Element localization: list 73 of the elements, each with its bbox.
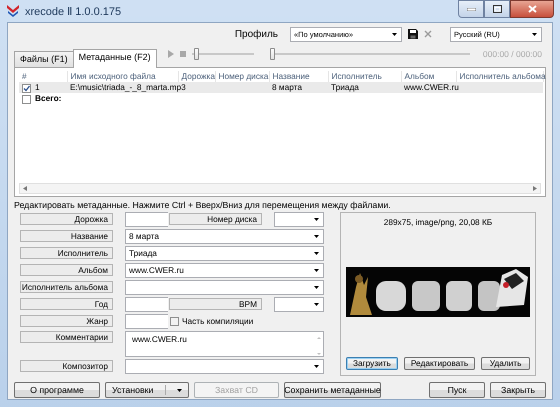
field-label: Название xyxy=(20,230,113,242)
caret-icon xyxy=(314,218,319,221)
caret-icon xyxy=(176,388,182,392)
button[interactable]: Пуск xyxy=(429,382,485,398)
cover-button[interactable]: Загрузить xyxy=(346,356,398,370)
scroll-left-icon[interactable] xyxy=(23,186,27,191)
field-label: Дорожка xyxy=(20,213,113,226)
table-cell: 1 xyxy=(35,82,40,92)
minimize-icon xyxy=(466,8,476,10)
dropdown-field[interactable]: www.CWER.ru xyxy=(125,262,324,278)
cover-button[interactable]: Удалить xyxy=(481,356,530,370)
close-button[interactable] xyxy=(510,0,554,18)
checkbox[interactable] xyxy=(22,84,31,93)
field-label: Композитор xyxy=(20,360,113,372)
field-label: Комментарии xyxy=(20,330,113,343)
table-cell: E:\music\triada_-_8_marta.mp3 xyxy=(70,82,186,92)
field-label: Жанр xyxy=(20,315,113,328)
checkbox[interactable] xyxy=(22,94,31,104)
button[interactable]: Закрыть xyxy=(490,382,546,398)
table-cell: Триада xyxy=(331,82,359,92)
button[interactable]: Сохранить метаданные xyxy=(284,382,381,398)
cover-button[interactable]: Редактировать xyxy=(404,356,476,370)
close-icon[interactable] xyxy=(424,30,432,38)
save-icon[interactable] xyxy=(408,29,418,40)
scroll-right-icon[interactable] xyxy=(533,186,537,191)
caret-icon xyxy=(314,302,319,306)
caret-icon xyxy=(392,32,397,36)
checkbox-label: Часть компиляции xyxy=(182,316,254,326)
window-title: xrecode Ⅱ 1.0.0.175 xyxy=(25,4,122,18)
dropdown-field[interactable] xyxy=(274,296,324,312)
maximize-button[interactable] xyxy=(484,0,510,18)
button[interactable]: О программе xyxy=(14,382,100,398)
caret-icon xyxy=(314,252,319,255)
field-label: Исполнитель альбома xyxy=(20,281,113,294)
dropdown-field[interactable]: 8 марта xyxy=(125,228,324,244)
tab[interactable]: Файлы (F1) xyxy=(14,50,74,67)
caret-icon xyxy=(532,32,537,36)
image-info: 289x75, image/png, 20,08 КБ xyxy=(384,216,492,227)
field-label: Номер диска xyxy=(169,213,262,226)
field-label: Год xyxy=(20,298,113,310)
field-label: Альбом xyxy=(20,264,113,276)
caret-icon xyxy=(314,286,319,289)
comment-field[interactable]: www.CWER.ru xyxy=(125,330,324,357)
caret-icon xyxy=(314,268,319,272)
app-logo-icon xyxy=(6,4,20,18)
input-field[interactable] xyxy=(125,212,168,227)
stop-icon[interactable] xyxy=(180,50,186,57)
field-label: BPM xyxy=(169,298,262,310)
maximize-icon xyxy=(492,5,502,13)
table-cell: 8 марта xyxy=(272,82,302,92)
minimize-button[interactable] xyxy=(458,0,484,18)
dropdown-field[interactable] xyxy=(125,358,324,374)
profile-label: Профиль xyxy=(234,28,278,40)
field-label: Исполнитель xyxy=(20,247,113,260)
input-field[interactable] xyxy=(125,296,168,312)
dropdown-field[interactable]: Триада xyxy=(125,246,324,261)
close-icon xyxy=(528,5,536,13)
caret-icon xyxy=(314,364,319,368)
checkbox[interactable] xyxy=(170,316,179,326)
slider-thumb[interactable] xyxy=(194,48,200,60)
table-cell: www.CWER.ru xyxy=(404,82,459,92)
input-field[interactable] xyxy=(125,314,168,329)
dropdown-field[interactable] xyxy=(274,212,324,227)
hint-text: Редактировать метаданные. Нажмите Ctrl + Вверх/Вниз для перемещения между файлами. xyxy=(14,198,392,212)
time-label: 000:00 / 000:00 xyxy=(482,48,542,59)
tab[interactable]: Метаданные (F2) xyxy=(72,48,157,68)
play-icon[interactable] xyxy=(168,50,174,58)
horizontal-scrollbar[interactable] xyxy=(19,182,541,194)
caret-icon xyxy=(314,234,319,238)
total-label: Всего: xyxy=(35,93,62,104)
menu-button[interactable]: Установки xyxy=(105,382,189,398)
slider-thumb[interactable] xyxy=(270,48,275,60)
dropdown-field[interactable] xyxy=(125,280,324,295)
